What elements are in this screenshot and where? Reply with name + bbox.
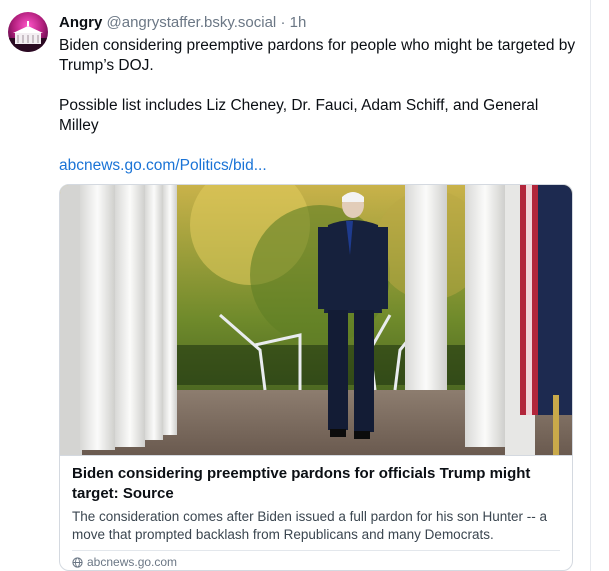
- card-body: Biden considering preemptive pardons for…: [60, 455, 572, 570]
- globe-icon: [72, 556, 83, 568]
- card-title[interactable]: Biden considering preemptive pardons for…: [72, 464, 552, 504]
- post-header: Angry @angrystaffer.bsky.social · 1h: [59, 13, 306, 33]
- post-time[interactable]: 1h: [290, 14, 307, 31]
- separator-dot: ·: [280, 14, 286, 31]
- card-image: [60, 185, 572, 455]
- post-paragraph: Possible list includes Liz Cheney, Dr. F…: [59, 97, 539, 134]
- post-paragraph: Biden considering preemptive pardons for…: [59, 37, 576, 74]
- card-domain: abcnews.go.com: [87, 555, 178, 569]
- author-handle[interactable]: @angrystaffer.bsky.social: [107, 14, 277, 31]
- post-text: Biden considering preemptive pardons for…: [59, 36, 579, 176]
- post[interactable]: Angry @angrystaffer.bsky.social · 1h Bid…: [0, 0, 590, 571]
- link-preview-card[interactable]: Biden considering preemptive pardons for…: [59, 184, 573, 571]
- avatar[interactable]: [8, 12, 48, 52]
- flag-icon: [520, 185, 572, 455]
- white-house-avatar-icon: [8, 21, 48, 52]
- card-description: The consideration comes after Biden issu…: [72, 509, 547, 542]
- post-link[interactable]: abcnews.go.com/Politics/bid...: [59, 157, 267, 174]
- card-domain-row: abcnews.go.com: [72, 555, 177, 569]
- feed-divider: [590, 0, 591, 571]
- card-divider: [72, 550, 560, 551]
- author-name[interactable]: Angry: [59, 14, 102, 31]
